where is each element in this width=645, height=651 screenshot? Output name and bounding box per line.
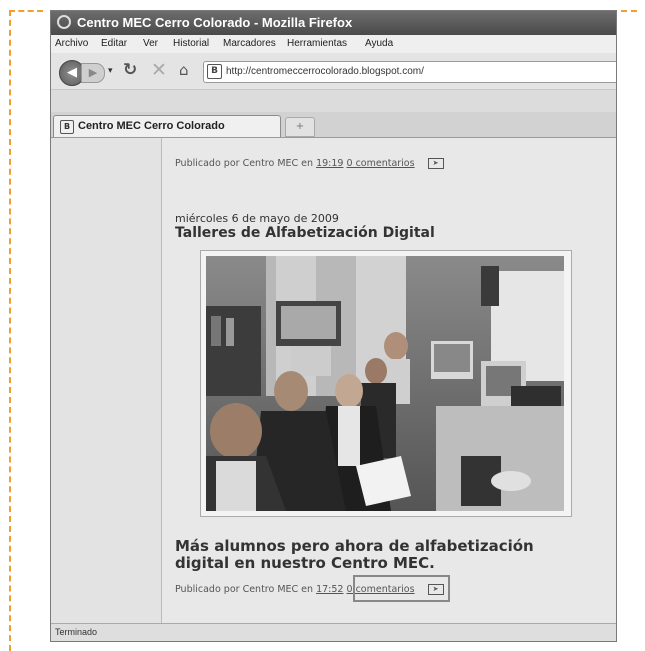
- status-text: Terminado: [55, 627, 98, 637]
- navigation-toolbar: ◀ ▶ ▾ ↻ ✕ ⌂ B http://centromeccerrocolor…: [51, 53, 616, 90]
- tab-label: Centro MEC Cerro Colorado: [78, 120, 225, 132]
- menu-marcadores[interactable]: Marcadores: [223, 38, 276, 49]
- post-time-link[interactable]: 19:19: [316, 158, 343, 169]
- status-bar: Terminado: [51, 623, 616, 641]
- new-tab-button[interactable]: +: [285, 117, 315, 137]
- classroom-photo-image: [206, 256, 564, 511]
- page-border-left: [9, 10, 11, 651]
- blogger-favicon-icon: B: [60, 120, 74, 134]
- menu-editar[interactable]: Editar: [101, 38, 127, 49]
- browser-window: Centro MEC Cerro Colorado - Mozilla Fire…: [50, 10, 617, 642]
- window-title: Centro MEC Cerro Colorado - Mozilla Fire…: [77, 15, 353, 30]
- comments-highlight-box: [353, 575, 450, 602]
- blog-main: Publicado por Centro MEC en 19:19 0 come…: [162, 138, 616, 624]
- back-arrow-icon: ◀: [67, 65, 77, 80]
- post-author-text: Publicado por Centro MEC en: [175, 158, 314, 169]
- page-border-top-left: [9, 10, 43, 12]
- comments-link[interactable]: 0 comentarios: [347, 158, 415, 169]
- post-photo[interactable]: [206, 256, 564, 511]
- tab-centro-mec[interactable]: B Centro MEC Cerro Colorado: [53, 115, 281, 137]
- firefox-icon: [57, 15, 71, 29]
- reload-icon[interactable]: ↻: [123, 60, 137, 80]
- forward-button[interactable]: ▶: [81, 63, 105, 83]
- post-author-text: Publicado por Centro MEC en: [175, 584, 314, 595]
- post-photo-frame: [200, 250, 572, 517]
- post-date: miércoles 6 de mayo de 2009: [175, 212, 339, 225]
- address-url[interactable]: http://centromeccerrocolorado.blogspot.c…: [226, 66, 424, 77]
- title-bar: Centro MEC Cerro Colorado - Mozilla Fire…: [51, 11, 616, 35]
- home-icon[interactable]: ⌂: [179, 61, 189, 79]
- menu-archivo[interactable]: Archivo: [55, 38, 88, 49]
- menu-historial[interactable]: Historial: [173, 38, 209, 49]
- tab-strip: B Centro MEC Cerro Colorado +: [51, 112, 616, 138]
- menu-ayuda[interactable]: Ayuda: [365, 38, 393, 49]
- post-time-link[interactable]: 17:52: [316, 584, 343, 595]
- post-title[interactable]: Talleres de Alfabetización Digital: [175, 225, 435, 241]
- blog-sidebar: [51, 138, 162, 624]
- history-dropdown-icon[interactable]: ▾: [108, 66, 113, 76]
- blogger-favicon-icon: B: [207, 64, 222, 79]
- menu-bar: Archivo Editar Ver Historial Marcadores …: [51, 35, 616, 53]
- bookmarks-toolbar: [51, 90, 616, 113]
- menu-herramientas[interactable]: Herramientas: [287, 38, 347, 49]
- stop-icon[interactable]: ✕: [151, 59, 167, 81]
- address-bar[interactable]: B http://centromeccerrocolorado.blogspot…: [203, 61, 616, 83]
- page-content: Publicado por Centro MEC en 19:19 0 come…: [51, 138, 616, 624]
- email-post-icon[interactable]: ➤: [427, 158, 444, 169]
- forward-arrow-icon: ▶: [88, 66, 98, 79]
- menu-ver[interactable]: Ver: [143, 38, 158, 49]
- post-footer-1: Publicado por Centro MEC en 19:19 0 come…: [175, 158, 444, 169]
- post-title-2[interactable]: Más alumnos pero ahora de alfabetización…: [175, 538, 575, 572]
